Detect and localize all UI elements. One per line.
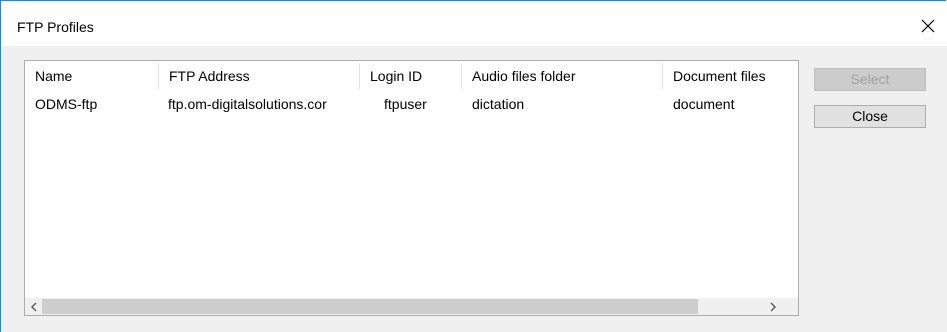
- cell-login-id: ftpuser: [384, 96, 427, 112]
- cell-ftp-address: ftp.om-digitalsolutions.cor: [168, 96, 327, 112]
- close-icon: [921, 19, 935, 33]
- window-title: FTP Profiles: [17, 19, 94, 35]
- horizontal-scrollbar[interactable]: [25, 298, 798, 315]
- chevron-left-icon: [30, 301, 37, 312]
- cell-audio-folder: dictation: [472, 96, 525, 112]
- column-header-audio-folder[interactable]: Audio files folder: [462, 61, 662, 91]
- scroll-left-button[interactable]: [25, 298, 42, 315]
- cell-name: ODMS-ftp: [35, 96, 98, 112]
- table-row[interactable]: ODMS-ftp ftp.om-digitalsolutions.cor ftp…: [25, 92, 798, 116]
- profiles-list[interactable]: Name FTP Address Login ID Audio files fo…: [24, 60, 799, 316]
- select-button[interactable]: Select: [814, 68, 926, 91]
- column-header-login-id[interactable]: Login ID: [360, 61, 461, 91]
- title-bar: FTP Profiles: [1, 1, 947, 46]
- column-header-document-folder[interactable]: Document files: [663, 61, 798, 91]
- close-window-button[interactable]: [913, 13, 943, 39]
- close-button[interactable]: Close: [814, 105, 926, 128]
- column-header-name[interactable]: Name: [25, 61, 158, 91]
- list-header: Name FTP Address Login ID Audio files fo…: [25, 61, 798, 91]
- scroll-right-button[interactable]: [764, 298, 781, 315]
- scroll-thumb[interactable]: [42, 299, 698, 314]
- ftp-profiles-dialog: FTP Profiles Name FTP Address Login ID A…: [0, 0, 947, 332]
- chevron-right-icon: [769, 301, 776, 312]
- column-header-ftp-address[interactable]: FTP Address: [159, 61, 359, 91]
- cell-document-folder: document: [673, 96, 735, 112]
